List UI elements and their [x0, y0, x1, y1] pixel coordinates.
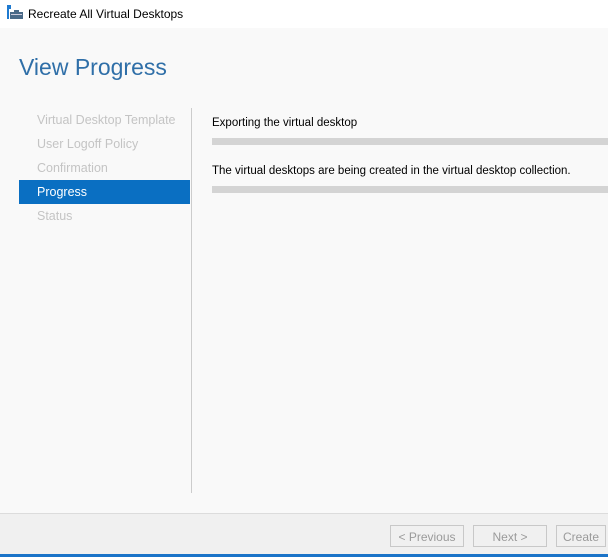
nav-item-status[interactable]: Status [19, 204, 190, 228]
nav-item-user-logoff-policy[interactable]: User Logoff Policy [19, 132, 190, 156]
progress-bar-export [212, 138, 608, 145]
nav-item-virtual-desktop-template[interactable]: Virtual Desktop Template [19, 108, 190, 132]
footer: < Previous Next > Create [0, 513, 608, 554]
nav-divider [191, 108, 192, 493]
wizard-nav: Virtual Desktop Template User Logoff Pol… [19, 108, 190, 228]
progress-bar-create [212, 186, 608, 193]
previous-button[interactable]: < Previous [390, 525, 464, 547]
title-bar: Recreate All Virtual Desktops [0, 0, 608, 28]
window-title: Recreate All Virtual Desktops [28, 7, 184, 21]
page-title: View Progress [19, 54, 167, 80]
nav-item-confirmation[interactable]: Confirmation [19, 156, 190, 180]
create-button[interactable]: Create [556, 525, 606, 547]
next-button[interactable]: Next > [473, 525, 547, 547]
nav-item-progress[interactable]: Progress [19, 180, 190, 204]
step-label-export: Exporting the virtual desktop [212, 117, 358, 129]
step-label-create: The virtual desktops are being created i… [212, 165, 571, 177]
server-collection-icon [7, 5, 23, 19]
